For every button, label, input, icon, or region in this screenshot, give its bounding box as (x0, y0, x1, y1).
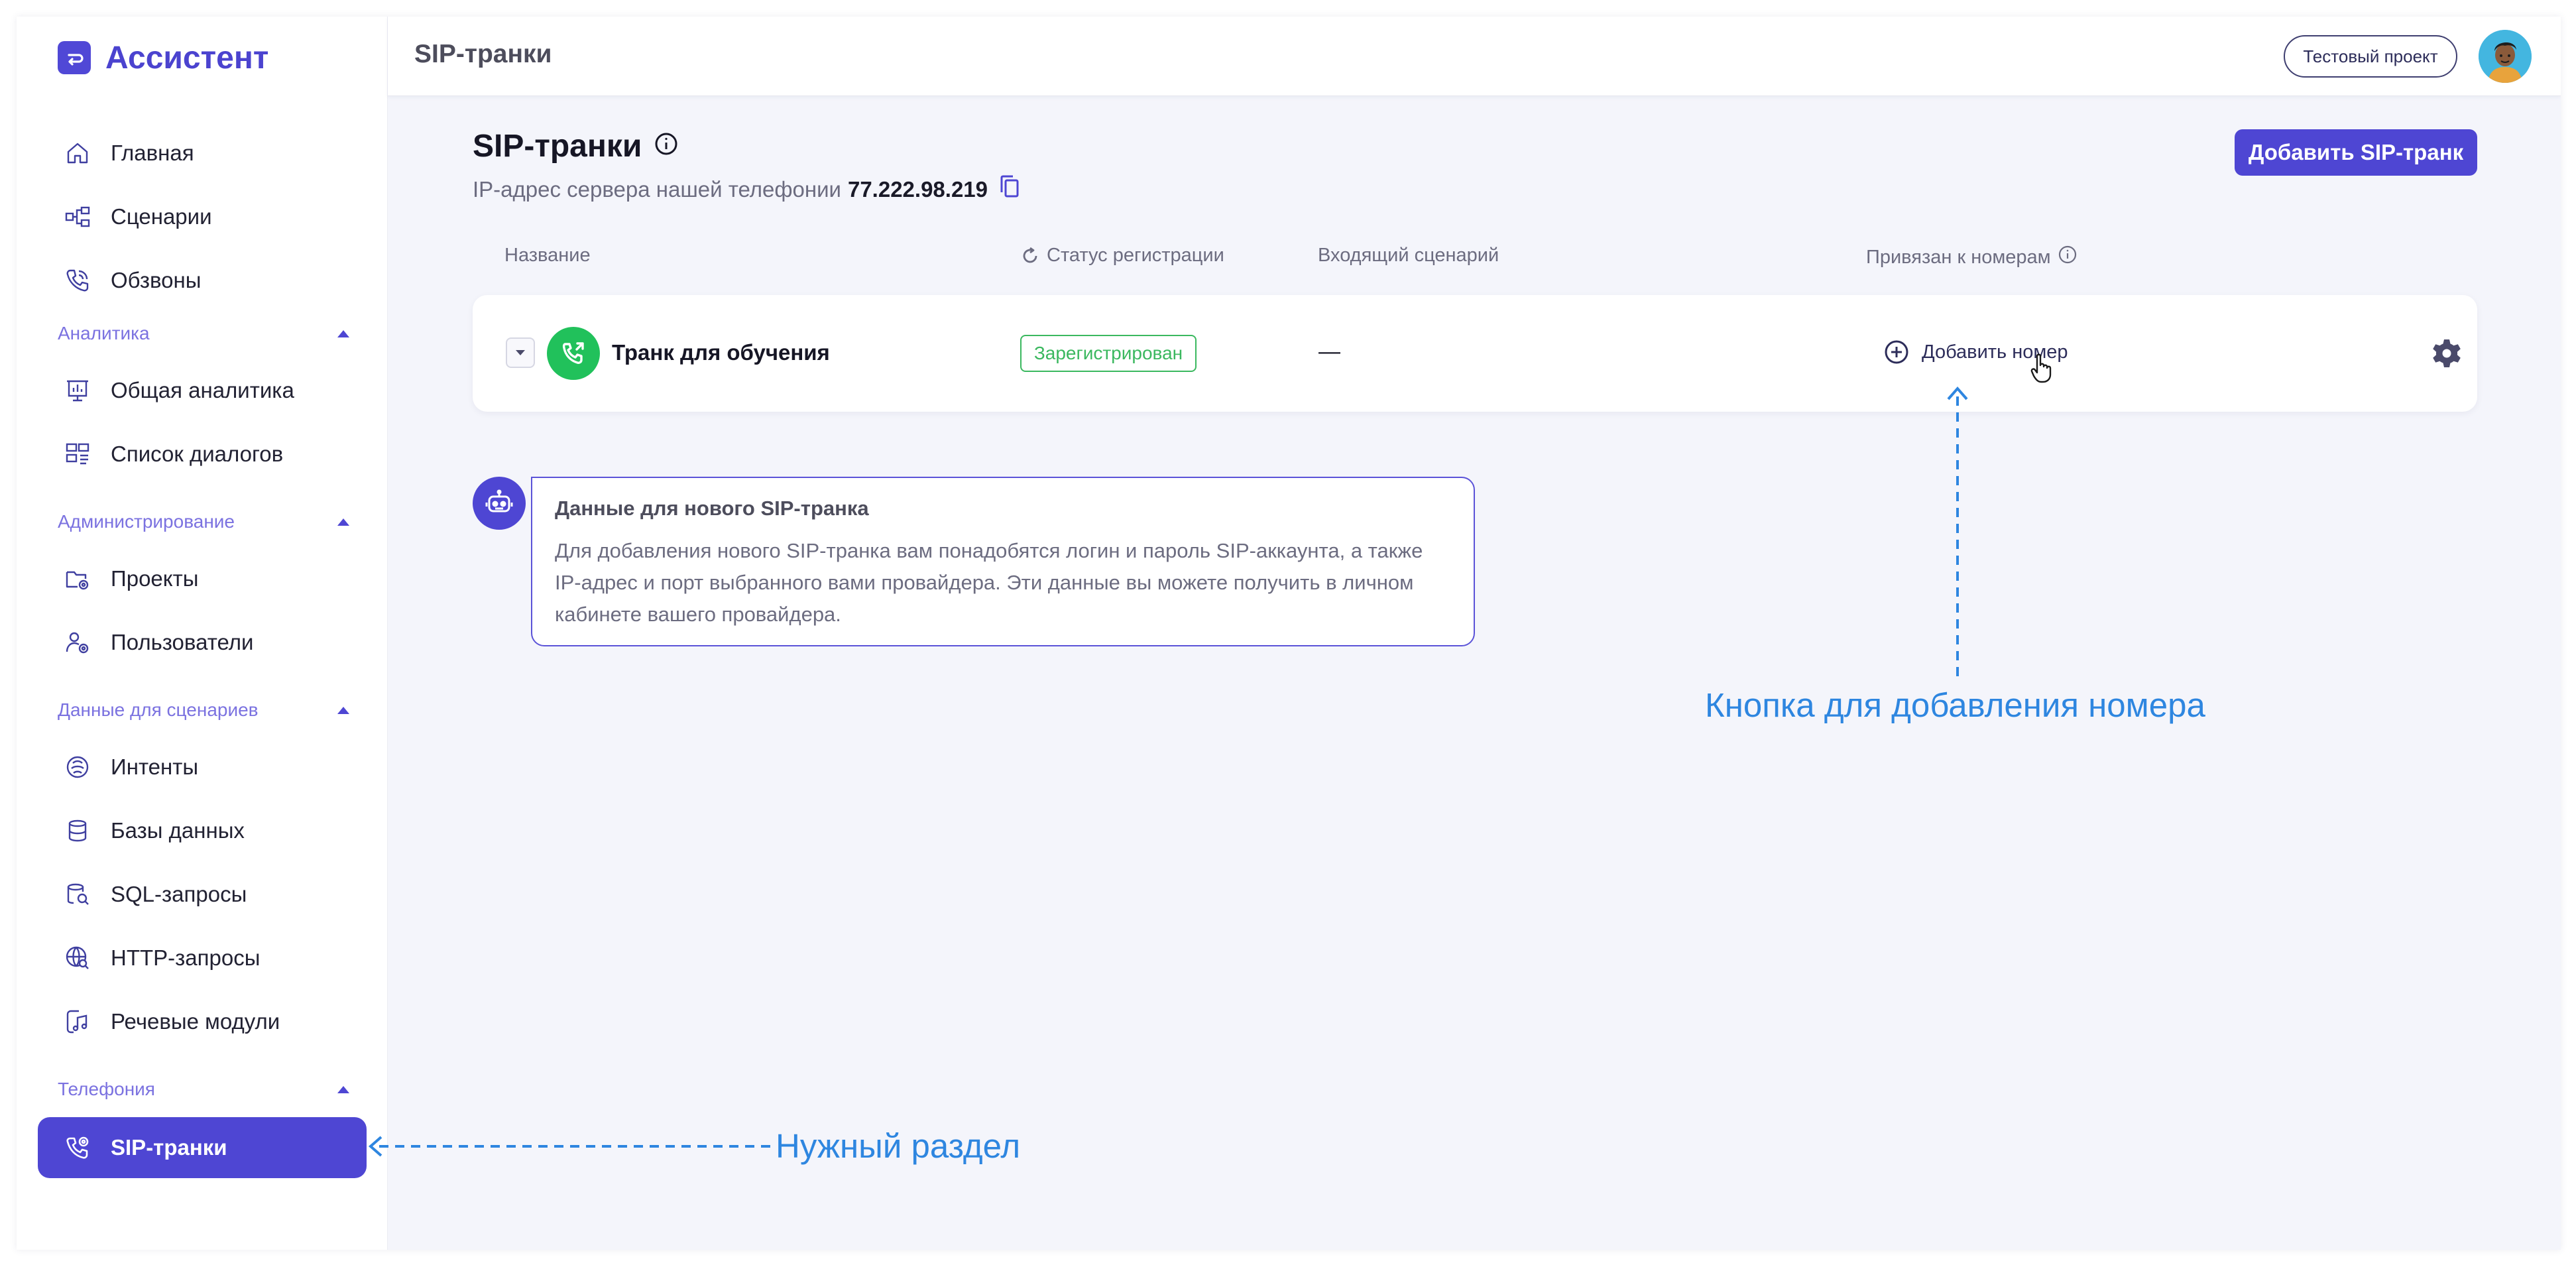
app-root: Ассистент Главная Сценарии Обзвоны Анали… (0, 0, 2576, 1265)
header-title: SIP-транки (414, 40, 552, 68)
sidebar-item-label: HTTP-запросы (111, 945, 261, 970)
section-scenario-data[interactable]: Данные для сценариев (58, 697, 349, 723)
project-selector-button[interactable]: Тестовый проект (2284, 35, 2457, 78)
section-label: Данные для сценариев (58, 699, 259, 720)
hand-cursor-icon (2030, 353, 2054, 387)
sidebar-item-label: Обзвоны (111, 268, 202, 292)
info-icon[interactable] (2058, 245, 2084, 270)
analytics-icon (63, 376, 92, 405)
database-icon (63, 816, 92, 845)
speech-icon (63, 1007, 92, 1036)
http-icon (63, 943, 92, 973)
window-frame: Ассистент Главная Сценарии Обзвоны Анали… (17, 17, 2561, 1250)
home-icon (63, 139, 92, 168)
sidebar-item-intents[interactable]: Интенты (38, 737, 367, 798)
sidebar-item-calls[interactable]: Обзвоны (38, 250, 367, 311)
info-tip: Данные для нового SIP-транка Для добавле… (531, 477, 1475, 646)
sidebar-item-label: Общая аналитика (111, 378, 294, 402)
sidebar-item-speech[interactable]: Речевые модули (38, 991, 367, 1052)
users-icon (63, 628, 92, 657)
add-sip-trunk-button[interactable]: Добавить SIP-транк (2235, 129, 2477, 176)
sidebar-item-databases[interactable]: Базы данных (38, 800, 367, 861)
app-name: Ассистент (105, 40, 269, 76)
sidebar-item-label: Проекты (111, 566, 199, 591)
expand-row-button[interactable] (506, 337, 535, 368)
section-telephony[interactable]: Телефония (58, 1076, 349, 1103)
collapse-icon (337, 1085, 349, 1093)
column-name[interactable]: Название (504, 245, 591, 267)
call-icon (63, 266, 92, 295)
ip-value: 77.222.98.219 (847, 177, 988, 202)
intents-icon (63, 753, 92, 782)
app-logo[interactable]: Ассистент (58, 38, 268, 78)
section-label: Телефония (58, 1079, 155, 1099)
section-label: Администрирование (58, 511, 235, 532)
section-label: Аналитика (58, 323, 150, 343)
annotation-add-number: Кнопка для добавления номера (1705, 686, 2205, 724)
sidebar-item-label: Интенты (111, 754, 199, 779)
section-analytics[interactable]: Аналитика (58, 320, 349, 347)
column-label: Статус регистрации (1047, 245, 1224, 266)
trunk-name[interactable]: Транк для обучения (612, 340, 830, 365)
ip-label: IP-адрес сервера нашей телефонии (473, 177, 841, 202)
table-row[interactable]: Транк для обучения Зарегистрирован — Доб… (473, 295, 2477, 412)
section-administration[interactable]: Администрирование (58, 509, 349, 535)
sidebar-item-label: Пользователи (111, 630, 254, 654)
sql-icon (63, 880, 92, 909)
page-title: SIP-транки (473, 128, 679, 164)
incoming-scenario-value[interactable]: — (1318, 339, 1340, 364)
column-registration-status[interactable]: Статус регистрации (1020, 245, 1224, 267)
sidebar-item-label: Главная (111, 141, 194, 165)
column-label: Название (504, 245, 591, 266)
trunk-status-icon (547, 327, 600, 380)
page-title-text: SIP-транки (473, 129, 642, 164)
info-icon[interactable] (654, 128, 679, 164)
dialogs-icon (63, 440, 92, 469)
sidebar-item-label: Список диалогов (111, 442, 284, 466)
column-label: Привязан к номерам (1866, 246, 2051, 268)
collapse-icon (337, 706, 349, 714)
column-linked-numbers[interactable]: Привязан к номерам (1866, 245, 2084, 270)
chevron-down-icon (516, 350, 525, 355)
sidebar-item-general-analytics[interactable]: Общая аналитика (38, 360, 367, 421)
logo-icon (58, 41, 91, 74)
plus-circle-icon (1885, 340, 1908, 364)
sidebar-item-sql[interactable]: SQL-запросы (38, 864, 367, 925)
sidebar-item-dialogs[interactable]: Список диалогов (38, 424, 367, 485)
collapse-icon (337, 330, 349, 337)
user-avatar[interactable] (2479, 30, 2532, 83)
sidebar-item-projects[interactable]: Проекты (38, 548, 367, 609)
projects-icon (63, 564, 92, 593)
sip-trunk-icon (63, 1133, 92, 1162)
sidebar-item-label: Сценарии (111, 204, 212, 229)
annotation-section: Нужный раздел (776, 1127, 1021, 1165)
sidebar-item-label: SIP-транки (111, 1135, 227, 1160)
sidebar-item-home[interactable]: Главная (38, 123, 367, 184)
sidebar-item-sip-trunks[interactable]: SIP-транки (38, 1117, 367, 1178)
sidebar-item-scenarios[interactable]: Сценарии (38, 186, 367, 247)
refresh-icon[interactable] (1020, 246, 1040, 266)
tip-body: Для добавления нового SIP-транка вам пон… (555, 539, 1423, 626)
column-label: Входящий сценарий (1318, 245, 1499, 266)
sidebar-item-users[interactable]: Пользователи (38, 612, 367, 673)
server-ip-line: IP-адрес сервера нашей телефонии 77.222.… (473, 174, 1021, 205)
assistant-bot-icon (473, 477, 526, 530)
sidebar-item-label: SQL-запросы (111, 882, 247, 906)
tip-title: Данные для нового SIP-транка (555, 497, 869, 520)
collapse-icon (337, 518, 349, 526)
sidebar: Ассистент Главная Сценарии Обзвоны Анали… (17, 17, 388, 1250)
top-bar: SIP-транки Тестовый проект (388, 17, 2561, 96)
scenario-icon (63, 202, 92, 231)
sidebar-item-label: Речевые модули (111, 1009, 280, 1034)
sidebar-item-http[interactable]: HTTP-запросы (38, 928, 367, 989)
status-badge: Зарегистрирован (1020, 335, 1197, 372)
copy-icon[interactable] (998, 174, 1021, 205)
settings-gear-icon[interactable] (2431, 337, 2463, 373)
column-incoming-scenario[interactable]: Входящий сценарий (1318, 245, 1499, 267)
sidebar-item-label: Базы данных (111, 818, 245, 843)
